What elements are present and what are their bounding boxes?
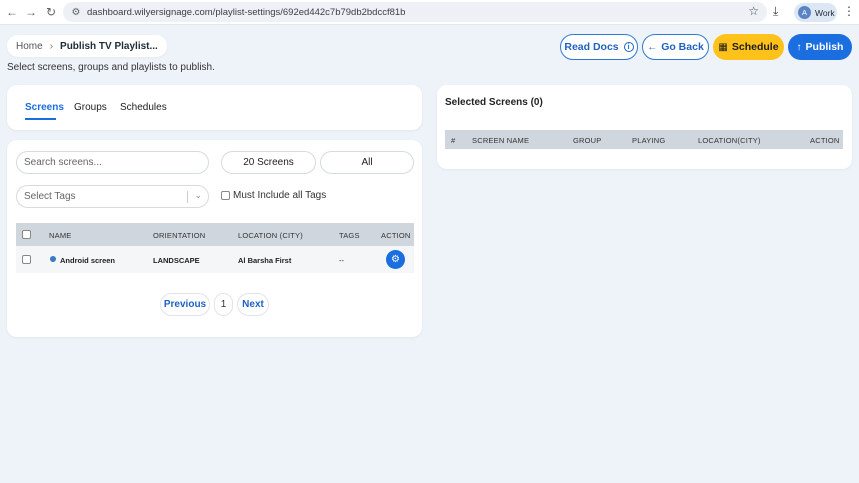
browser-toolbar: ← → ↻ ⚙ dashboard.wilyersignage.com/play… bbox=[0, 0, 859, 25]
col-action: ACTION bbox=[381, 231, 411, 240]
screens-list-card: 20 Screens All Select Tags ⌄ Must Includ… bbox=[7, 140, 422, 337]
breadcrumb-home[interactable]: Home bbox=[16, 41, 43, 52]
forward-arrow-icon[interactable]: → bbox=[21, 2, 41, 22]
active-tab-indicator bbox=[25, 118, 56, 120]
row-name: Android screen bbox=[60, 256, 116, 265]
col-tags: TAGS bbox=[339, 231, 360, 240]
chevron-down-icon: ⌄ bbox=[194, 190, 202, 200]
table-row[interactable]: Android screen LANDSCAPE Al Barsha First… bbox=[16, 246, 414, 273]
back-arrow-icon[interactable]: ← bbox=[2, 2, 22, 22]
screen-count-button[interactable]: 20 Screens bbox=[221, 151, 316, 174]
search-input[interactable] bbox=[16, 151, 209, 174]
publish-label: Publish bbox=[805, 41, 844, 53]
profile-button[interactable]: A Work bbox=[794, 3, 837, 22]
row-location: Al Barsha First bbox=[238, 256, 292, 265]
read-docs-label: Read Docs bbox=[564, 41, 619, 53]
schedule-label: Schedule bbox=[731, 41, 779, 53]
col-selected-action: ACTION bbox=[810, 136, 840, 145]
type-filter-select[interactable]: All bbox=[320, 151, 414, 174]
arrow-up-icon: ↑ bbox=[796, 41, 802, 53]
previous-page-button[interactable]: Previous bbox=[160, 293, 210, 316]
must-include-checkbox[interactable] bbox=[221, 191, 230, 200]
breadcrumb-current: Publish TV Playlist... bbox=[60, 40, 158, 52]
col-playing: PLAYING bbox=[632, 136, 666, 145]
col-index: # bbox=[451, 136, 456, 145]
bookmark-star-icon[interactable]: ☆ bbox=[748, 4, 759, 18]
tags-placeholder: Select Tags bbox=[24, 191, 76, 202]
download-icon[interactable]: ⤓ bbox=[773, 4, 778, 19]
url-text: dashboard.wilyersignage.com/playlist-set… bbox=[87, 6, 406, 18]
arrow-left-icon: ← bbox=[647, 41, 658, 53]
go-back-label: Go Back bbox=[661, 41, 704, 53]
tab-screens[interactable]: Screens bbox=[25, 102, 64, 113]
reload-icon[interactable]: ↻ bbox=[41, 2, 61, 22]
must-include-label: Must Include all Tags bbox=[233, 190, 327, 201]
avatar: A bbox=[798, 6, 811, 19]
col-location-city: LOCATION(CITY) bbox=[698, 136, 761, 145]
profile-label: Work bbox=[815, 7, 835, 18]
breadcrumb: Home › Publish TV Playlist... bbox=[7, 35, 167, 57]
select-all-checkbox[interactable] bbox=[22, 230, 31, 239]
tab-schedules[interactable]: Schedules bbox=[120, 102, 167, 113]
info-icon: i bbox=[623, 42, 634, 52]
col-name: NAME bbox=[49, 231, 72, 240]
selected-table-header: # SCREEN NAME GROUP PLAYING LOCATION(CIT… bbox=[445, 130, 843, 149]
chevron-right-icon: › bbox=[49, 40, 54, 52]
selected-screens-title: Selected Screens (0) bbox=[445, 97, 543, 108]
col-orientation: ORIENTATION bbox=[153, 231, 206, 240]
tab-groups[interactable]: Groups bbox=[74, 102, 107, 113]
more-menu-icon[interactable]: ⋮ bbox=[843, 4, 855, 18]
page-number-button[interactable]: 1 bbox=[214, 293, 233, 316]
row-orientation: LANDSCAPE bbox=[153, 256, 200, 265]
col-location: LOCATION (CITY) bbox=[238, 231, 303, 240]
gear-icon[interactable]: ⚙ bbox=[386, 250, 405, 269]
calendar-icon: ▦ bbox=[718, 41, 728, 53]
screens-table-header: NAME ORIENTATION LOCATION (CITY) TAGS AC… bbox=[16, 223, 414, 246]
col-screen-name: SCREEN NAME bbox=[472, 136, 530, 145]
tags-select[interactable]: Select Tags ⌄ bbox=[16, 185, 209, 208]
publish-button[interactable]: ↑ Publish bbox=[788, 34, 852, 60]
selected-screens-card: Selected Screens (0) # SCREEN NAME GROUP… bbox=[437, 85, 852, 169]
read-docs-button[interactable]: Read Docs i bbox=[560, 34, 638, 60]
address-bar[interactable]: ⚙ dashboard.wilyersignage.com/playlist-s… bbox=[63, 2, 767, 22]
status-dot-icon bbox=[50, 256, 56, 262]
row-checkbox[interactable] bbox=[22, 255, 31, 264]
tabs-card: Screens Groups Schedules bbox=[7, 85, 422, 130]
must-include-tags-toggle[interactable]: Must Include all Tags bbox=[221, 190, 326, 201]
site-settings-icon[interactable]: ⚙ bbox=[69, 5, 83, 19]
next-page-button[interactable]: Next bbox=[237, 293, 269, 316]
select-divider bbox=[187, 191, 188, 203]
row-tags: -- bbox=[339, 256, 344, 265]
page-subtitle: Select screens, groups and playlists to … bbox=[7, 62, 215, 73]
schedule-button[interactable]: ▦ Schedule bbox=[713, 34, 784, 60]
col-group: GROUP bbox=[573, 136, 602, 145]
go-back-button[interactable]: ← Go Back bbox=[642, 34, 709, 60]
